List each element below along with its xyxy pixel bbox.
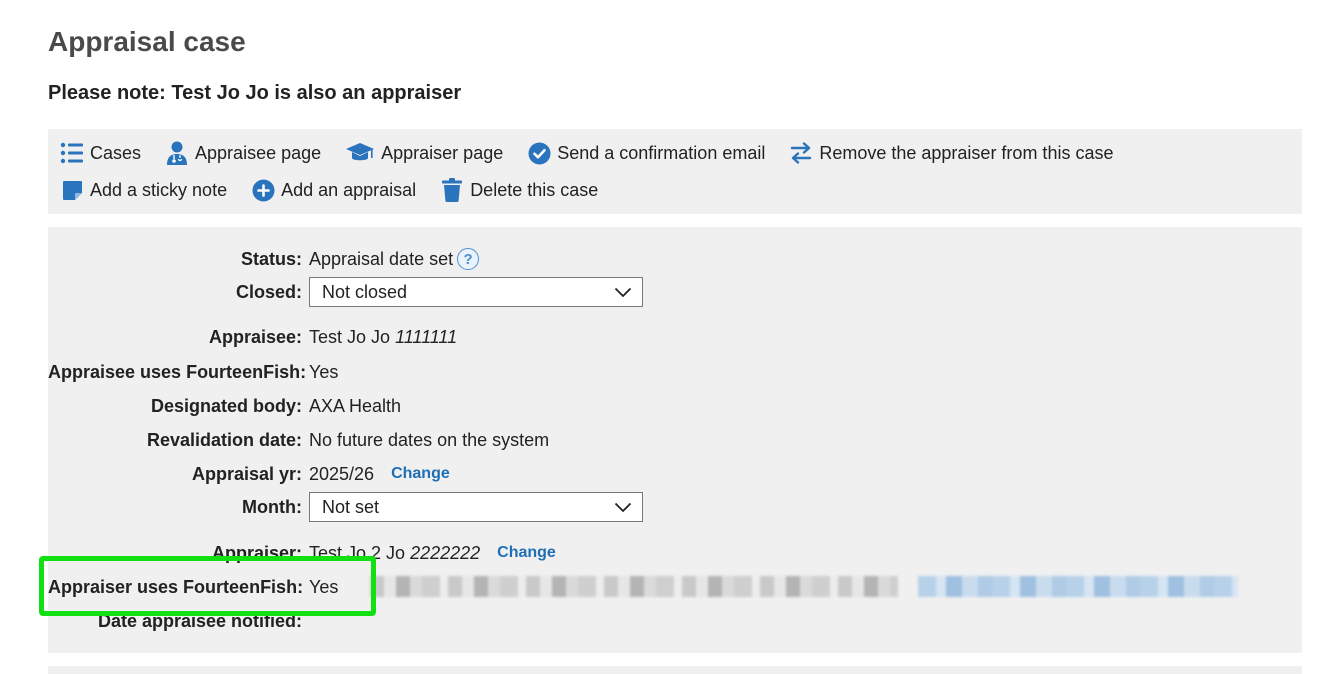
sticky-note-icon [60, 178, 84, 202]
closed-label: Closed: [235, 281, 302, 302]
change-appraiser-link[interactable]: Change [497, 544, 556, 562]
doctor-icon [165, 141, 189, 165]
appraisee-fourteenfish-row: Appraisee uses FourteenFish: Yes [48, 358, 1302, 386]
closed-select-value: Not closed [322, 281, 408, 302]
trash-icon [440, 178, 464, 202]
plus-circle-icon [251, 178, 275, 202]
revalidation-date-label: Revalidation date: [146, 429, 302, 450]
appraisal-year-label: Appraisal yr: [191, 463, 302, 484]
action-toolbar: Cases Appraisee page Appraiser page Send… [48, 129, 1302, 214]
designated-body-value: AXA Health [309, 395, 402, 416]
appraisee-fourteenfish-label: Appraisee uses FourteenFish: [48, 361, 307, 382]
appraisee-name: Test Jo Jo [309, 326, 391, 347]
remove-appraiser-label: Remove the appraiser from this case [819, 142, 1114, 163]
toolbar-row-1: Cases Appraisee page Appraiser page Send… [60, 140, 1137, 166]
send-confirmation-email-link[interactable]: Send a confirmation email [527, 140, 765, 166]
closed-select[interactable]: Not closed [309, 277, 643, 307]
revalidation-date-row: Revalidation date: No future dates on th… [48, 426, 1302, 454]
status-value: Appraisal date set [309, 248, 454, 269]
chevron-down-icon [614, 282, 632, 303]
remove-appraiser-link[interactable]: Remove the appraiser from this case [789, 140, 1113, 166]
closed-row: Closed: Not closed [48, 277, 1302, 307]
appraiser-page-label: Appraiser page [381, 142, 504, 163]
delete-case-label: Delete this case [470, 179, 599, 200]
page-title: Appraisal case [48, 26, 246, 57]
appraiser-note: Please note: Test Jo Jo is also an appra… [48, 82, 462, 104]
appraisee-fourteenfish-value: Yes [309, 361, 339, 382]
month-select-value: Not set [322, 496, 380, 517]
month-label: Month: [242, 496, 302, 517]
appraisee-page-label: Appraisee page [195, 142, 322, 163]
send-confirmation-email-label: Send a confirmation email [557, 142, 766, 163]
appraisee-row: Appraisee: Test Jo Jo 1111111 [48, 323, 1302, 351]
designated-body-row: Designated body: AXA Health [48, 392, 1302, 420]
highlight-box [39, 556, 376, 616]
toolbar-row-2: Add a sticky note Add an appraisal Delet… [60, 177, 622, 203]
month-select[interactable]: Not set [309, 492, 643, 522]
add-appraisal-label: Add an appraisal [281, 179, 417, 200]
month-row: Month: Not set [48, 492, 1302, 522]
add-sticky-note-link[interactable]: Add a sticky note [60, 177, 227, 203]
revalidation-date-value: No future dates on the system [309, 429, 550, 450]
status-label: Status: [240, 248, 302, 269]
cases-link[interactable]: Cases [60, 140, 141, 166]
graduation-cap-icon [345, 141, 375, 165]
redacted-text [370, 576, 898, 597]
chevron-down-icon [614, 497, 632, 518]
appraisee-id: 1111111 [395, 326, 458, 347]
check-circle-icon [527, 141, 551, 165]
appraisal-year-value: 2025/26 [309, 463, 375, 484]
delete-case-link[interactable]: Delete this case [440, 177, 598, 203]
appraiser-page-link[interactable]: Appraiser page [345, 140, 503, 166]
swap-arrows-icon [789, 141, 813, 165]
list-icon [60, 141, 84, 165]
appraisee-label: Appraisee: [208, 326, 302, 347]
appraisal-year-row: Appraisal yr: 2025/26 Change [48, 460, 1302, 488]
add-appraisal-link[interactable]: Add an appraisal [251, 177, 416, 203]
designated-body-label: Designated body: [150, 395, 302, 416]
appraisee-page-link[interactable]: Appraisee page [165, 140, 321, 166]
help-icon[interactable]: ? [457, 248, 480, 270]
status-row: Status: Appraisal date set ? [48, 245, 1302, 273]
next-panel [48, 666, 1302, 674]
redacted-link [918, 576, 1238, 597]
change-appraisal-year-link[interactable]: Change [391, 465, 450, 483]
cases-label: Cases [90, 142, 142, 163]
add-sticky-note-label: Add a sticky note [90, 179, 228, 200]
appraiser-id: 2222222 [410, 542, 481, 563]
